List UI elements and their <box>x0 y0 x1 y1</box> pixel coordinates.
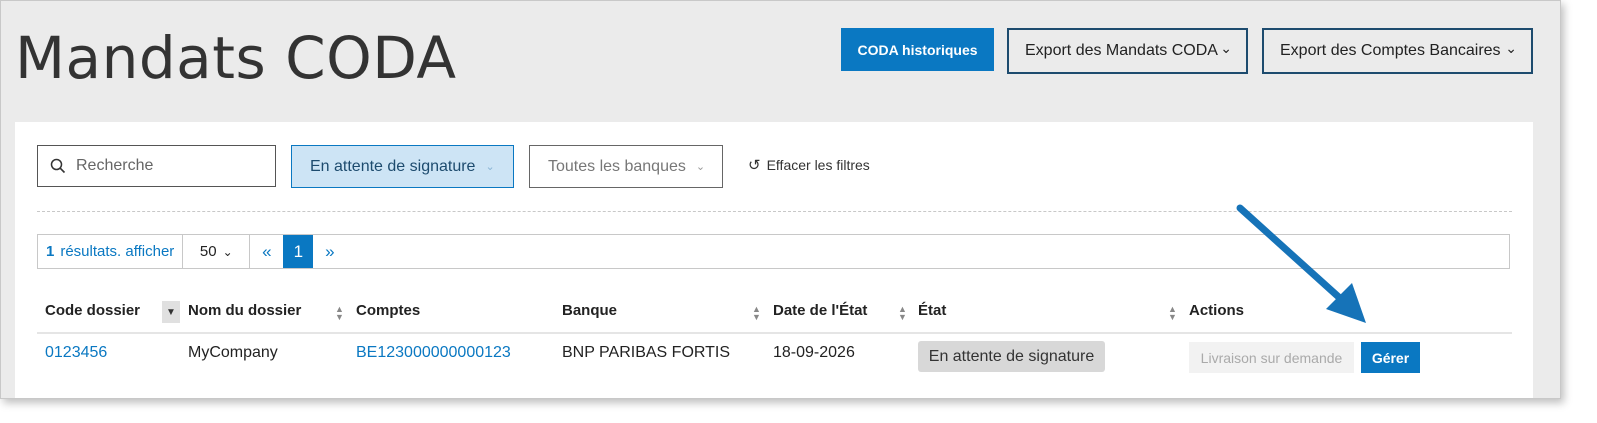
column-header-status[interactable]: État <box>918 302 946 319</box>
reset-icon: ↺ <box>748 157 761 174</box>
table-header-divider <box>37 332 1512 334</box>
page-size-select[interactable]: 50 ⌄ <box>183 235 251 268</box>
status-badge: En attente de signature <box>918 341 1105 372</box>
column-header-actions: Actions <box>1189 302 1245 319</box>
column-header-code[interactable]: Code dossier <box>45 302 140 319</box>
column-header-name[interactable]: Nom du dossier <box>188 302 301 319</box>
export-accounts-label: Export des Comptes Bancaires <box>1280 42 1501 59</box>
cell-account-link[interactable]: BE123000000000123 <box>356 344 511 362</box>
divider <box>37 211 1512 212</box>
chevron-down-icon: ⌄ <box>1220 40 1232 56</box>
chevron-down-icon: ⌄ <box>695 161 706 173</box>
sort-icon[interactable]: ▲ ▼ <box>1168 305 1177 322</box>
chevron-down-icon: ⌄ <box>1505 40 1517 56</box>
manage-button[interactable]: Gérer <box>1361 342 1420 373</box>
column-header-bank[interactable]: Banque <box>562 302 617 319</box>
status-filter-dropdown[interactable]: En attente de signature ⌄ <box>291 145 514 188</box>
clear-filters-link[interactable]: ↺ Effacer les filtres <box>748 156 870 174</box>
results-count: 1 résultats. afficher <box>38 235 184 268</box>
sort-icon[interactable]: ▲ ▼ <box>752 305 761 322</box>
current-page-button[interactable]: 1 <box>283 235 314 268</box>
bank-filter-dropdown[interactable]: Toutes les banques ⌄ <box>529 145 723 188</box>
chevron-down-icon: ⌄ <box>222 244 233 259</box>
on-demand-delivery-button: Livraison sur demande <box>1189 342 1354 373</box>
sort-icon[interactable]: ▲ ▼ <box>898 305 907 322</box>
page-title: Mandats CODA <box>15 24 457 92</box>
window-frame: Mandats CODA CODA historiques Export des… <box>0 0 1561 399</box>
content-panel: Recherche En attente de signature ⌄ Tout… <box>15 122 1533 398</box>
cell-name: MyCompany <box>188 344 278 361</box>
export-accounts-button[interactable]: Export des Comptes Bancaires ⌄ <box>1262 28 1533 74</box>
export-mandates-button[interactable]: Export des Mandats CODA ⌄ <box>1007 28 1248 74</box>
chevron-down-icon: ⌄ <box>485 161 495 173</box>
results-label: résultats. afficher <box>60 243 175 260</box>
search-placeholder: Recherche <box>76 157 154 174</box>
cell-date: 18-09-2026 <box>773 344 855 361</box>
clear-filters-label: Effacer les filtres <box>766 157 870 173</box>
prev-page-button[interactable]: « <box>250 235 283 268</box>
page-size-value: 50 <box>199 243 217 260</box>
search-input[interactable]: Recherche <box>37 145 276 187</box>
column-header-date[interactable]: Date de l'État <box>773 302 867 319</box>
cell-code-link[interactable]: 0123456 <box>45 344 107 362</box>
next-page-button[interactable]: » <box>313 235 346 268</box>
bank-filter-label: Toutes les banques <box>548 157 686 175</box>
search-icon <box>50 158 66 174</box>
cell-bank: BNP PARIBAS FORTIS <box>562 344 731 361</box>
column-header-accounts[interactable]: Comptes <box>356 302 420 319</box>
coda-history-button[interactable]: CODA historiques <box>841 28 994 71</box>
sort-icon[interactable]: ▲ ▼ <box>335 305 344 322</box>
status-filter-label: En attente de signature <box>310 157 476 175</box>
results-number: 1 <box>46 243 55 260</box>
export-mandates-label: Export des Mandats CODA <box>1025 42 1218 59</box>
sort-icon[interactable]: ▼ <box>162 301 180 323</box>
pagination-bar: 1 résultats. afficher 50 ⌄ « 1 » <box>37 234 1510 269</box>
